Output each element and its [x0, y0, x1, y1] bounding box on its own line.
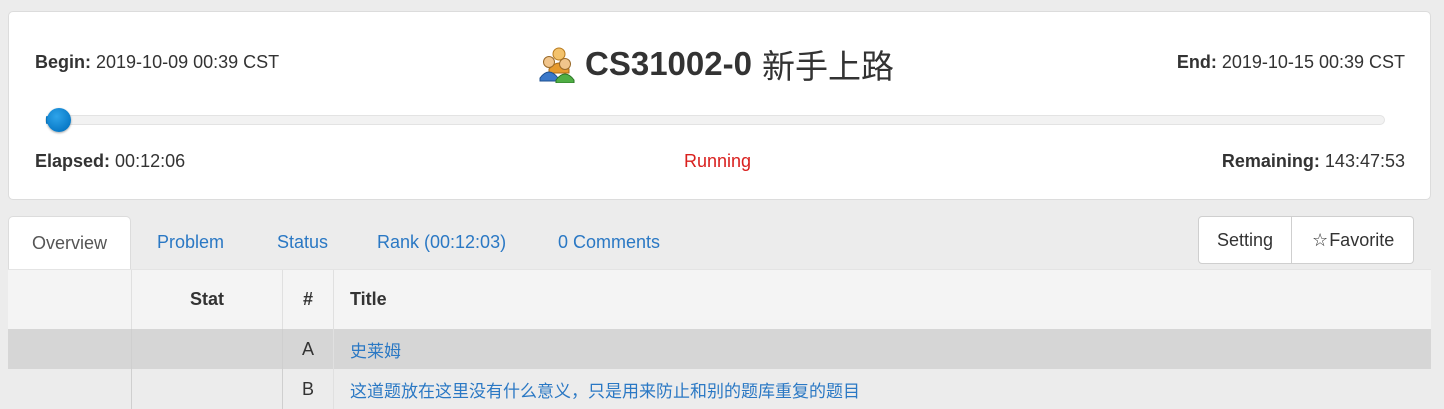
star-outline-icon: ☆ [1312, 230, 1329, 251]
setting-button[interactable]: Setting [1198, 216, 1293, 264]
tab-rank[interactable]: Rank (00:12:03) [377, 216, 506, 269]
row-stat [132, 329, 283, 369]
progress-handle[interactable] [46, 108, 71, 132]
contest-actions: Setting ☆Favorite [1198, 216, 1415, 264]
contest-progress-bar[interactable] [45, 115, 1385, 125]
row-number: A [283, 329, 334, 369]
row-blank-cell [8, 329, 132, 369]
header-number[interactable]: # [283, 270, 334, 329]
contest-title: CS31002-0 新手上路 [539, 40, 894, 88]
contest-header-panel: Begin: 2019-10-09 00:39 CST CS31002-0 新手… [8, 11, 1431, 200]
problem-table: Stat # Title A 史莱姆 B 这道题放在这里没有什么意义，只是用来防… [8, 269, 1431, 409]
users-group-icon [539, 45, 575, 84]
tab-problem[interactable]: Problem [157, 216, 224, 269]
row-number: B [283, 369, 334, 409]
begin-value: 2019-10-09 00:39 CST [96, 52, 280, 72]
end-value: 2019-10-15 00:39 CST [1221, 52, 1405, 72]
elapsed-label: Elapsed: [35, 151, 111, 171]
end-time: End: 2019-10-15 00:39 CST [1177, 52, 1405, 73]
favorite-button[interactable]: ☆Favorite [1292, 216, 1415, 264]
remaining-label: Remaining: [1221, 151, 1320, 171]
favorite-label: Favorite [1329, 230, 1395, 250]
header-blank-cell [8, 270, 132, 329]
begin-time: Begin: 2019-10-09 00:39 CST [35, 52, 279, 73]
tab-comments[interactable]: 0 Comments [558, 216, 660, 269]
end-label: End: [1176, 52, 1217, 72]
problem-title-link[interactable]: 这道题放在这里没有什么意义，只是用来防止和别的题库重复的题目 [334, 369, 1431, 409]
tab-overview[interactable]: Overview [8, 216, 131, 269]
contest-status: Running [684, 151, 752, 171]
remaining-time: Remaining: 143:47:53 [1222, 151, 1405, 172]
remaining-value: 143:47:53 [1324, 151, 1405, 171]
elapsed-value: 00:12:06 [115, 151, 186, 171]
table-row: A 史莱姆 [8, 329, 1431, 369]
tab-status[interactable]: Status [277, 216, 328, 269]
problem-title-link[interactable]: 史莱姆 [334, 329, 1431, 369]
table-header: Stat # Title [8, 269, 1431, 329]
contest-name: 新手上路 [761, 47, 894, 86]
table-row: B 这道题放在这里没有什么意义，只是用来防止和别的题库重复的题目 [8, 369, 1431, 409]
row-stat [132, 369, 283, 409]
row-blank-cell [8, 369, 132, 409]
elapsed-time: Elapsed: 00:12:06 [35, 151, 185, 172]
contest-tabs: Overview Problem Status Rank (00:12:03) … [8, 216, 1188, 269]
header-title[interactable]: Title [334, 270, 1431, 329]
header-stat[interactable]: Stat [132, 270, 283, 329]
contest-code: CS31002-0 [585, 45, 752, 82]
begin-label: Begin: [35, 52, 91, 72]
